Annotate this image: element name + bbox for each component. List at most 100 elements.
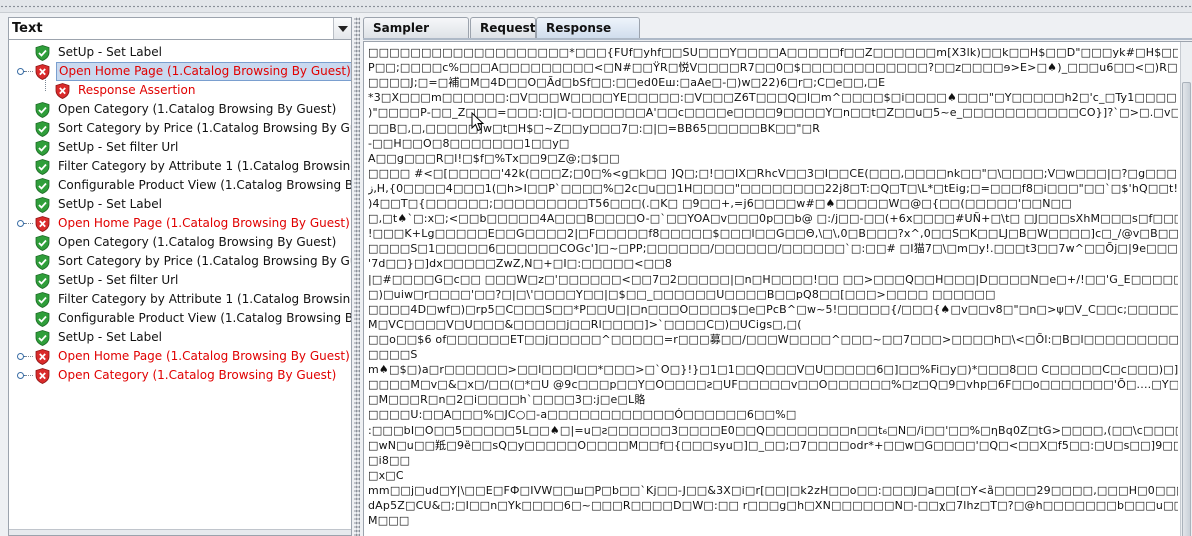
tree-item[interactable]: SetUp - Set Label	[33, 43, 351, 62]
vertical-splitter[interactable]	[354, 17, 360, 536]
response-text-line: mm□□j□ud□Y|\□□E□FФ□IVW□□ш□Р□b□□`Kj□□-J□□…	[368, 483, 1178, 497]
tree-item-label: Open Home Page (1.Catalog Browsing By Gu…	[56, 62, 351, 81]
tree-item[interactable]: Open Category (1.Catalog Browsing By Gue…	[33, 100, 351, 119]
failure-shield-icon	[35, 368, 50, 384]
results-tree-panel: Text SetUp - Set Label Open Home Page (1.…	[8, 17, 352, 536]
top-splitter[interactable]	[0, 0, 1192, 13]
response-text-line: □□□□M□v□&□x□/□□(□*□U @9c□□□p□□Y□O□□□□ƨ□U…	[368, 378, 1178, 392]
tree-item[interactable]: SetUp - Set filter Url	[33, 138, 351, 157]
tree-item-label: Open Home Page (1.Catalog Browsing By Gu…	[58, 216, 350, 230]
response-text-line: !□□□K+Lg□□□□□E□□G□□□□2|□F□□□□□f8□□□□□$□□…	[368, 227, 1178, 241]
tree-item[interactable]: Sort Category by Price (1.Catalog Browsi…	[33, 252, 351, 271]
success-shield-icon	[35, 178, 50, 194]
tree-item-label: Open Home Page (1.Catalog Browsing By Gu…	[58, 349, 350, 363]
failure-shield-icon	[35, 216, 50, 232]
sample-results-tree: SetUp - Set Label Open Home Page (1.Catal…	[9, 42, 351, 530]
result-tabs: Sampler resultRequestResponse data	[363, 17, 1192, 55]
tree-item[interactable]: Configurable Product View (1.Catalog Bro…	[33, 176, 351, 195]
response-text-line: :□□□bI□O□□5□□□□□5L□□♠□|=u□ƨ□□□□□□3□□□□E0…	[368, 423, 1178, 437]
expand-toggle-icon[interactable]	[16, 371, 25, 380]
tree-item[interactable]: Open Home Page (1.Catalog Browsing By Gu…	[17, 62, 351, 81]
tree-child-item[interactable]: Response Assertion	[53, 81, 351, 100]
tree-item-label: Open Category (1.Catalog Browsing By Gue…	[58, 102, 337, 116]
expand-toggle-icon[interactable]	[16, 67, 25, 76]
tree-connector-line	[25, 71, 33, 72]
tab-request[interactable]: Request	[470, 17, 536, 39]
tree-item-label: Configurable Product View (1.Catalog Bro…	[58, 178, 351, 192]
tree-item[interactable]: Configurable Product View (1.Catalog Bro…	[33, 309, 351, 328]
tab-sampler-result[interactable]: Sampler result	[363, 17, 469, 55]
response-text-line: □□o□□$6 of□□□□□□ET□□j□□□□□^□□□□□=r□□□募□□…	[368, 332, 1178, 346]
response-text-line: □□□□U:□□A□□□%□JC○□-a□□□□□□□□□□□□Ó□□□□□□6…	[368, 408, 797, 422]
tree-item[interactable]: Open Home Page (1.Catalog Browsing By Gu…	[17, 347, 351, 366]
response-text-line: A□□g□□□R□l!□$f□%Tx□□9□Z@;□$□□	[368, 151, 620, 165]
tab-underline	[363, 38, 1192, 40]
response-text-line: □x□C	[368, 468, 404, 482]
response-text-line: '7d□□}□]dx□□□□□ZwZ,N□+□I□:□□□□□<□□8	[368, 257, 673, 271]
success-shield-icon	[35, 102, 50, 118]
response-text-line: □□□□J;□=□補□M□4D□□O□Ãd□bSf□□:□□ed0Eш:□aAe…	[368, 76, 886, 90]
tree-connector-line	[25, 375, 33, 376]
tree-item-label: SetUp - Set Label	[58, 330, 162, 344]
tree-item-label: Configurable Product View (1.Catalog Bro…	[58, 311, 351, 325]
tree-item-label: Response Assertion	[78, 83, 196, 97]
tree-item[interactable]: SetUp - Set filter Url	[33, 271, 351, 290]
response-text-line: □□□□S□1□□□□□6□□□□□□COGc']□~□PP;□□□□□□/□□…	[368, 242, 1178, 256]
tree-item[interactable]: Open Home Page (1.Catalog Browsing By Gu…	[17, 214, 351, 233]
tab-response-data[interactable]: Response data	[536, 17, 640, 55]
chevron-down-icon	[338, 26, 348, 32]
response-text-line: □wN□u□□羝□9ȅ□□sQ□y□□□□□O□□□□M□□f□{□□□syu□…	[368, 438, 1178, 452]
response-text-line: □)□uiw□r□□□□'□□?□|□\'□□□□Y□□|□$□□_□□□□□□…	[368, 287, 996, 301]
response-text-line: m♠□$□)a□r□□□□□□>□□l□□□l□□*□□□>□`O□}!}□1□…	[368, 363, 1178, 377]
tree-item[interactable]: SetUp - Set Label	[33, 195, 351, 214]
response-text-line: □□B□,□,□□□□□]w□t□H$□~Z□□y□□□7□:□|□=BB65□…	[368, 121, 821, 135]
tree-item[interactable]: Open Category (1.Catalog Browsing By Gue…	[33, 233, 351, 252]
response-text-line: M□VC□□□□V□U□□□&□□□□□j□□Rl□□□□]>`□□□□C□)□…	[368, 317, 802, 331]
response-text-line: □□□□S	[368, 348, 418, 361]
tree-item[interactable]: Open Category (1.Catalog Browsing By Gue…	[17, 366, 351, 385]
response-text-line: M□□□	[368, 514, 410, 528]
tree-connector-line	[25, 356, 33, 357]
renderer-combobox[interactable]: Text	[9, 18, 351, 40]
success-shield-icon	[35, 140, 50, 156]
splitter-grip	[0, 5, 1192, 8]
response-vertical-scrollbar[interactable]	[1180, 42, 1192, 536]
success-shield-icon	[35, 330, 50, 346]
tree-connector-line	[45, 78, 46, 91]
tree-connector-line	[25, 223, 33, 224]
tree-horizontal-scrollbar[interactable]	[9, 529, 351, 535]
response-text-line: □□□□4D□wf□)□rp5□C□□□S□□*P□□U□|□n□□□O□□□□…	[368, 302, 1178, 316]
response-text-line: dAp5Z□CU&□;□I□□n□Yk□□□□6□~□□□R□□□□D□W□:□…	[368, 499, 1178, 512]
response-text-line: □□□□□□□□□□□□□□□□□□□*□□□{FUf□yhf□□SU□□□Y□…	[368, 46, 1178, 59]
tree-item-label: SetUp - Set Label	[58, 197, 162, 211]
response-text-line: ز,H,{0□□□□4□□□1(□h>I□□P`□□□□%□2c□u□□1H□□…	[368, 181, 1178, 195]
response-text-line: □M□□□R□n□2□i□□□□h`□□□□3□:j□e□L賂	[368, 393, 646, 407]
response-text-line: )"□□□□P-□□_Z□□□=□□□:□|□-□□□□□□□A'□□c□□□□…	[368, 106, 1178, 120]
expand-toggle-icon[interactable]	[16, 352, 25, 361]
response-data-panel[interactable]: □□□□□□□□□□□□□□□□□□□*□□□{FUf□yhf□□SU□□□Y□…	[363, 41, 1192, 536]
success-shield-icon	[35, 292, 50, 308]
tree-item-label: Open Category (1.Catalog Browsing By Gue…	[58, 368, 337, 382]
tree-item-label: SetUp - Set filter Url	[58, 140, 179, 154]
expand-toggle-icon[interactable]	[16, 219, 25, 228]
success-shield-icon	[35, 311, 50, 327]
success-shield-icon	[35, 121, 50, 137]
failure-shield-icon	[35, 64, 50, 80]
response-text-line: *3□X□□□m□□□□□□:□V□□□W□□□□YE□□□□□:□V□□□Z6…	[368, 91, 1178, 105]
tree-item[interactable]: Filter Category by Attribute 1 (1.Catalo…	[33, 290, 351, 309]
tree-item-label: SetUp - Set Label	[58, 45, 162, 59]
mouse-cursor-icon	[471, 112, 485, 132]
success-shield-icon	[35, 197, 50, 213]
tree-item-label: Filter Category by Attribute 1 (1.Catalo…	[58, 159, 351, 173]
response-text-line: □□□□ #<□[□□□□□'42k(□□□Z;□0□%<g□k□□ ]Q□;□…	[368, 166, 1178, 180]
tree-item-label: Sort Category by Price (1.Catalog Browsi…	[58, 121, 351, 135]
scrollbar-thumb[interactable]	[1182, 82, 1191, 536]
combobox-dropdown-button[interactable]	[333, 18, 351, 39]
tree-item[interactable]: Sort Category by Price (1.Catalog Browsi…	[33, 119, 351, 138]
tree-item-label: Open Category (1.Catalog Browsing By Gue…	[58, 235, 337, 249]
tree-item[interactable]: Filter Category by Attribute 1 (1.Catalo…	[33, 157, 351, 176]
success-shield-icon	[35, 235, 50, 251]
tree-item-label: SetUp - Set filter Url	[58, 273, 179, 287]
tree-item[interactable]: SetUp - Set Label	[33, 328, 351, 347]
renderer-combobox-value: Text	[12, 21, 43, 36]
